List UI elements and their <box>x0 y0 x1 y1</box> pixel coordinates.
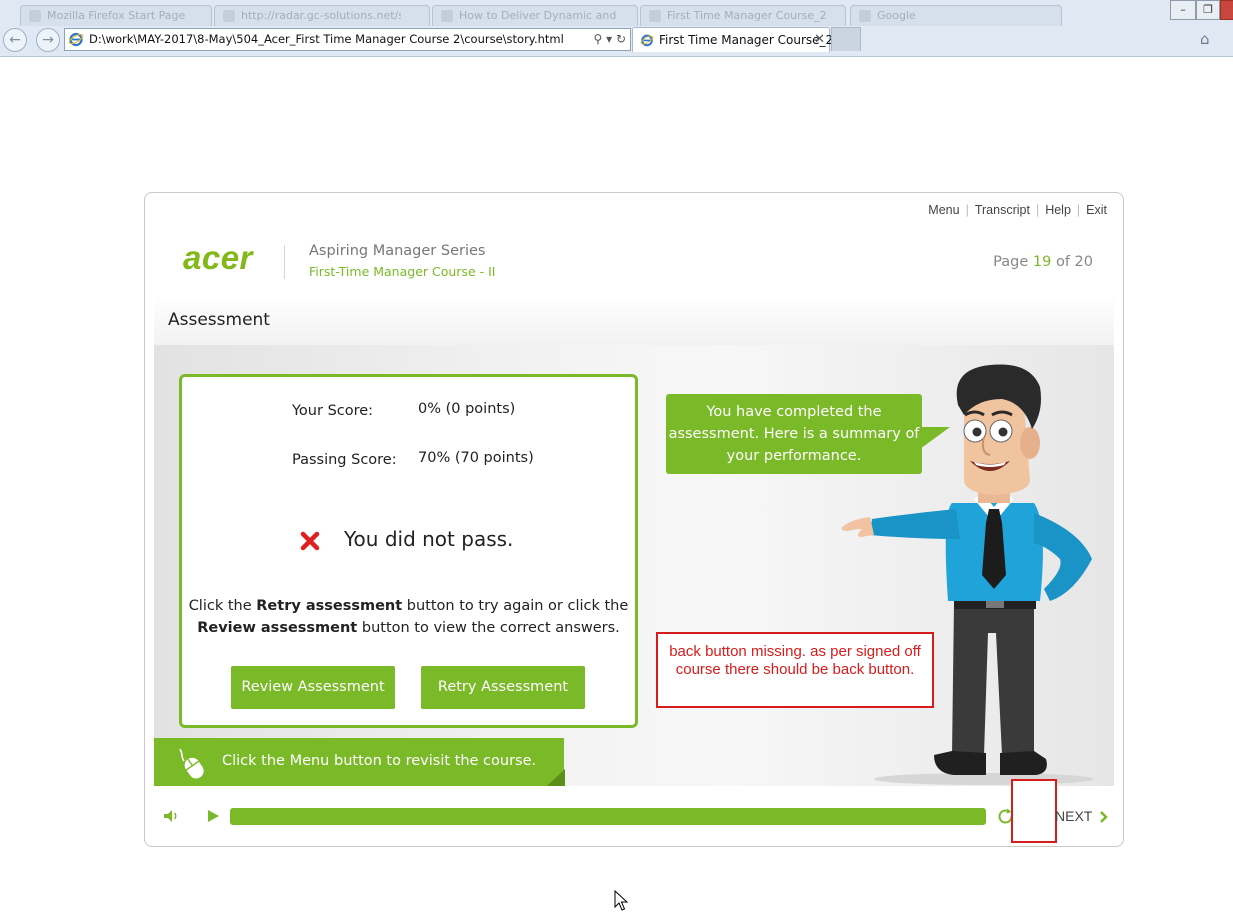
back-icon: ← <box>9 32 21 48</box>
transcript-link[interactable]: Transcript <box>975 203 1030 217</box>
tab-favicon-icon <box>441 10 453 22</box>
ie-icon <box>640 34 654 47</box>
active-tab-label: First Time Manager Course_2 <box>659 33 834 47</box>
volume-icon[interactable] <box>162 807 180 825</box>
tab-label: First Time Manager Course_2 <box>667 9 827 22</box>
background-tab[interactable]: Mozilla Firefox Start Page <box>20 5 212 26</box>
refresh-icon[interactable]: ↻ <box>616 32 626 46</box>
passing-score-label: Passing Score: <box>292 452 397 468</box>
tab-label: Google <box>877 9 916 22</box>
retry-instructions: Click the Retry assessment button to try… <box>188 598 629 636</box>
slide-title: Assessment <box>168 310 270 330</box>
slide-title-bar: Assessment <box>154 294 1114 345</box>
hint-bar-fold <box>547 769 565 786</box>
new-tab-button[interactable] <box>831 27 861 51</box>
background-tab[interactable]: Google <box>850 5 1062 26</box>
search-icon[interactable]: ⚲ <box>593 32 602 46</box>
chevron-right-icon[interactable] <box>1099 810 1109 824</box>
retry-assessment-button[interactable]: Retry Assessment <box>421 666 585 709</box>
tab-label: How to Deliver Dynamic and Pro <box>459 9 619 22</box>
minimize-button[interactable]: – <box>1170 0 1196 20</box>
address-text: D:\work\MAY-2017\8-May\504_Acer_First Ti… <box>89 32 564 46</box>
page-prefix: Page <box>993 254 1029 270</box>
page-indicator: Page 19 of 20 <box>993 254 1093 270</box>
slide-stage: Your Score: 0% (0 points) Passing Score:… <box>154 345 1114 786</box>
dropdown-icon[interactable]: ▾ <box>606 32 612 46</box>
exit-link[interactable]: Exit <box>1086 203 1107 217</box>
address-tools[interactable]: ⚲ ▾ ↻ <box>593 29 626 50</box>
nav-separator: | <box>1035 203 1040 217</box>
player-controls: NEXT <box>145 779 1123 843</box>
play-icon[interactable] <box>205 808 221 824</box>
address-bar[interactable]: D:\work\MAY-2017\8-May\504_Acer_First Ti… <box>64 28 631 51</box>
fail-x-icon <box>300 531 320 551</box>
passing-score-value: 70% (70 points) <box>418 450 534 466</box>
course-player: Menu | Transcript | Help | Exit acer Aspiring … <box>144 192 1124 847</box>
menu-link[interactable]: Menu <box>928 203 959 217</box>
series-title: Aspiring Manager Series <box>309 243 486 259</box>
browser-chrome: Mozilla Firefox Start Page http://radar.… <box>0 0 1233 57</box>
forward-button[interactable]: → <box>36 28 60 52</box>
help-link[interactable]: Help <box>1045 203 1071 217</box>
tab-label: http://radar.gc-solutions.net/spi <box>241 9 401 22</box>
score-label: Your Score: <box>292 403 374 419</box>
page-total: 20 <box>1074 254 1093 270</box>
acer-logo: acer <box>183 239 253 276</box>
background-tab[interactable]: First Time Manager Course_2 <box>640 5 846 26</box>
restore-button[interactable]: ❐ <box>1196 0 1220 20</box>
browser-toolbar-icons: ⌂ <box>1200 30 1210 48</box>
mouse-icon <box>179 748 204 779</box>
page-current: 19 <box>1032 254 1052 270</box>
header-divider <box>284 245 285 279</box>
results-panel: Your Score: 0% (0 points) Passing Score:… <box>179 374 638 728</box>
back-button[interactable]: ← <box>3 28 27 52</box>
top-nav: Menu | Transcript | Help | Exit <box>928 203 1107 217</box>
tab-favicon-icon <box>223 10 235 22</box>
home-icon[interactable]: ⌂ <box>1200 30 1210 48</box>
close-tab-icon[interactable]: ✕ <box>814 28 825 52</box>
nav-separator: | <box>1076 203 1081 217</box>
page-of: of <box>1055 254 1070 270</box>
presenter-character <box>841 364 1094 785</box>
hint-bar: Click the Menu button to revisit the cou… <box>154 738 564 786</box>
seekbar[interactable] <box>230 808 986 825</box>
background-tab[interactable]: How to Deliver Dynamic and Pro <box>432 5 638 26</box>
tab-favicon-icon <box>649 10 661 22</box>
next-button[interactable]: NEXT <box>1055 808 1092 824</box>
hint-text: Click the Menu button to revisit the cou… <box>222 753 537 769</box>
tab-favicon-icon <box>29 10 41 22</box>
tab-strip: Mozilla Firefox Start Page http://radar.… <box>0 0 1233 30</box>
course-title: First-Time Manager Course - II <box>309 264 496 279</box>
ie-icon <box>68 32 84 47</box>
missing-back-button-highlight <box>1011 779 1057 843</box>
review-assessment-button[interactable]: Review Assessment <box>231 666 395 709</box>
tab-favicon-icon <box>859 10 871 22</box>
forward-icon: → <box>42 32 54 48</box>
result-status: You did not pass. <box>344 527 514 551</box>
score-value: 0% (0 points) <box>418 401 516 417</box>
close-window-button[interactable] <box>1220 0 1233 20</box>
nav-separator: | <box>965 203 969 217</box>
mouse-cursor-icon <box>614 890 628 911</box>
active-tab[interactable]: First Time Manager Course_2 ✕ <box>632 27 834 52</box>
tab-label: Mozilla Firefox Start Page <box>47 9 186 22</box>
background-tab[interactable]: http://radar.gc-solutions.net/spi <box>214 5 430 26</box>
